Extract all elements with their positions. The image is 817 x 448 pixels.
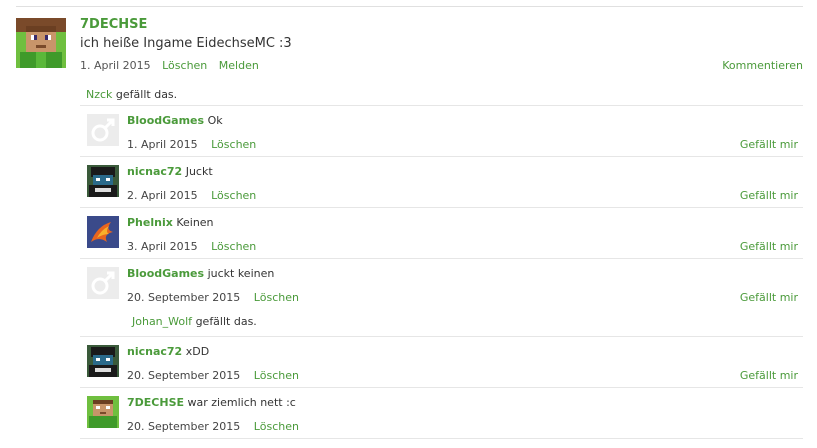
comment-username-link[interactable]: nicnac72 [127, 165, 182, 178]
comment-item: Phelnix Keinen 3. April 2015 Löschen Gef… [80, 208, 803, 259]
comment-line: BloodGames juckt keinen [127, 267, 274, 280]
comment-delete-link[interactable]: Löschen [254, 291, 299, 304]
comment-date: 3. April 2015 [127, 240, 198, 253]
comment-date: 20. September 2015 [127, 420, 241, 433]
comment-text: Juckt [185, 165, 213, 178]
like-user-link[interactable]: Johan_Wolf [132, 315, 192, 328]
male-placeholder-icon[interactable] [87, 114, 119, 146]
top-divider [16, 6, 803, 7]
post-text: ich heiße Ingame EidechseMC :3 [80, 36, 292, 51]
comment-date: 20. September 2015 [127, 291, 241, 304]
comment-date: 20. September 2015 [127, 369, 241, 382]
comment-delete-link[interactable]: Löschen [254, 369, 299, 382]
comment-delete-link[interactable]: Löschen [211, 240, 256, 253]
comment-text: war ziemlich nett :c [187, 396, 296, 409]
comment-delete-link[interactable]: Löschen [211, 189, 256, 202]
post-report-link[interactable]: Melden [219, 59, 259, 72]
minecraft-skin-avatar[interactable] [87, 165, 119, 197]
post-comment-link[interactable]: Kommentieren [722, 59, 803, 72]
comment-item: nicnac72 Juckt 2. April 2015 Löschen Gef… [80, 157, 803, 208]
comment-item: BloodGames Ok 1. April 2015 Löschen Gefä… [80, 106, 803, 157]
comment-like-link[interactable]: Gefällt mir [740, 291, 798, 304]
comment-text: Keinen [176, 216, 214, 229]
comment-delete-link[interactable]: Löschen [211, 138, 256, 151]
comment-username-link[interactable]: BloodGames [127, 267, 204, 280]
like-user-link[interactable]: Nzck [86, 88, 112, 101]
phoenix-avatar[interactable] [87, 216, 119, 248]
comment-item: nicnac72 xDD 20. September 2015 Löschen … [80, 337, 803, 388]
comment-like-link[interactable]: Gefällt mir [740, 138, 798, 151]
comment-item: BloodGames juckt keinen 20. September 20… [80, 259, 803, 337]
comment-meta: 2. April 2015 Löschen [127, 189, 256, 202]
comment-line: 7DECHSE war ziemlich nett :c [127, 396, 296, 409]
post-likes: Nzck gefällt das. [86, 88, 177, 101]
comment-delete-link[interactable]: Löschen [254, 420, 299, 433]
comment-meta: 1. April 2015 Löschen [127, 138, 256, 151]
comment-username-link[interactable]: 7DECHSE [127, 396, 184, 409]
comment-meta: 3. April 2015 Löschen [127, 240, 256, 253]
male-placeholder-icon[interactable] [87, 267, 119, 299]
comment-username-link[interactable]: BloodGames [127, 114, 204, 127]
comment-line: Phelnix Keinen [127, 216, 214, 229]
comment-list: BloodGames Ok 1. April 2015 Löschen Gefä… [80, 106, 803, 439]
likes-suffix: gefällt das. [115, 88, 178, 101]
comment-text: xDD [185, 345, 210, 358]
comment-meta: 20. September 2015 Löschen [127, 420, 299, 433]
comment-line: BloodGames Ok [127, 114, 223, 127]
minecraft-green-avatar[interactable] [87, 396, 119, 428]
post-avatar[interactable] [16, 18, 66, 68]
comment-like-link[interactable]: Gefällt mir [740, 240, 798, 253]
post-delete-link[interactable]: Löschen [162, 59, 207, 72]
comment-meta: 20. September 2015 Löschen [127, 291, 299, 304]
comment-date: 2. April 2015 [127, 189, 198, 202]
comment-likes: Johan_Wolf gefällt das. [132, 315, 257, 328]
comment-line: nicnac72 xDD [127, 345, 209, 358]
comment-item: 7DECHSE war ziemlich nett :c 20. Septemb… [80, 388, 803, 439]
comment-text: juckt keinen [207, 267, 275, 280]
comment-like-link[interactable]: Gefällt mir [740, 369, 798, 382]
comment-meta: 20. September 2015 Löschen [127, 369, 299, 382]
comment-date: 1. April 2015 [127, 138, 198, 151]
comment-like-link[interactable]: Gefällt mir [740, 189, 798, 202]
comment-text: Ok [207, 114, 223, 127]
post-username-link[interactable]: 7DECHSE [80, 17, 147, 32]
comment-username-link[interactable]: Phelnix [127, 216, 173, 229]
post-meta: 1. April 2015 Löschen Melden [80, 59, 259, 72]
post-date: 1. April 2015 [80, 59, 151, 72]
comment-line: nicnac72 Juckt [127, 165, 213, 178]
comment-username-link[interactable]: nicnac72 [127, 345, 182, 358]
likes-suffix: gefällt das. [195, 315, 257, 328]
minecraft-skin-avatar[interactable] [87, 345, 119, 377]
